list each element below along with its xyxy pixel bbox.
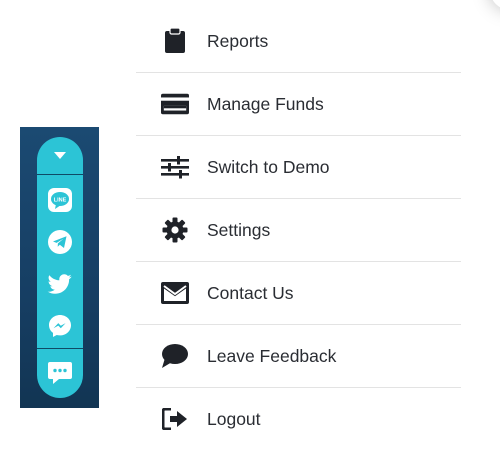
menu-item-label: Leave Feedback	[207, 345, 337, 366]
social-widget-panel: LINE	[20, 127, 99, 408]
collapse-toggle-button[interactable]	[37, 137, 83, 174]
sliders-icon	[161, 153, 189, 181]
credit-card-icon	[161, 90, 189, 118]
twitter-icon	[47, 274, 72, 294]
messenger-icon	[49, 315, 71, 337]
account-menu: Reports Manage Funds Switch to Demo Sett…	[136, 10, 461, 450]
sign-out-icon	[161, 405, 189, 433]
pill-divider	[37, 174, 83, 175]
line-icon-text: LINE	[54, 198, 67, 204]
menu-item-contact-us[interactable]: Contact Us	[136, 262, 461, 325]
speech-bubble-icon	[161, 342, 189, 370]
corner-shadow	[490, 0, 500, 10]
chat-button[interactable]	[37, 356, 83, 390]
menu-item-label: Switch to Demo	[207, 156, 330, 177]
menu-item-label: Manage Funds	[207, 93, 324, 114]
menu-item-label: Settings	[207, 219, 271, 240]
pill-divider	[37, 348, 83, 349]
menu-item-label: Logout	[207, 408, 261, 429]
line-icon: LINE	[48, 188, 72, 212]
caret-down-icon	[54, 152, 66, 159]
menu-item-logout[interactable]: Logout	[136, 388, 461, 450]
twitter-button[interactable]	[37, 268, 83, 300]
menu-item-reports[interactable]: Reports	[136, 10, 461, 73]
menu-item-label: Contact Us	[207, 282, 294, 303]
social-widget-pill: LINE	[37, 137, 83, 398]
line-button[interactable]: LINE	[37, 184, 83, 216]
menu-item-manage-funds[interactable]: Manage Funds	[136, 73, 461, 136]
telegram-icon	[48, 230, 72, 254]
chat-icon	[48, 362, 72, 384]
menu-item-settings[interactable]: Settings	[136, 199, 461, 262]
menu-item-switch-to-demo[interactable]: Switch to Demo	[136, 136, 461, 199]
menu-item-label: Reports	[207, 30, 269, 51]
messenger-button[interactable]	[37, 310, 83, 342]
telegram-button[interactable]	[37, 226, 83, 258]
clipboard-icon	[161, 27, 189, 55]
menu-item-leave-feedback[interactable]: Leave Feedback	[136, 325, 461, 388]
envelope-icon	[161, 279, 189, 307]
gear-icon	[161, 216, 189, 244]
